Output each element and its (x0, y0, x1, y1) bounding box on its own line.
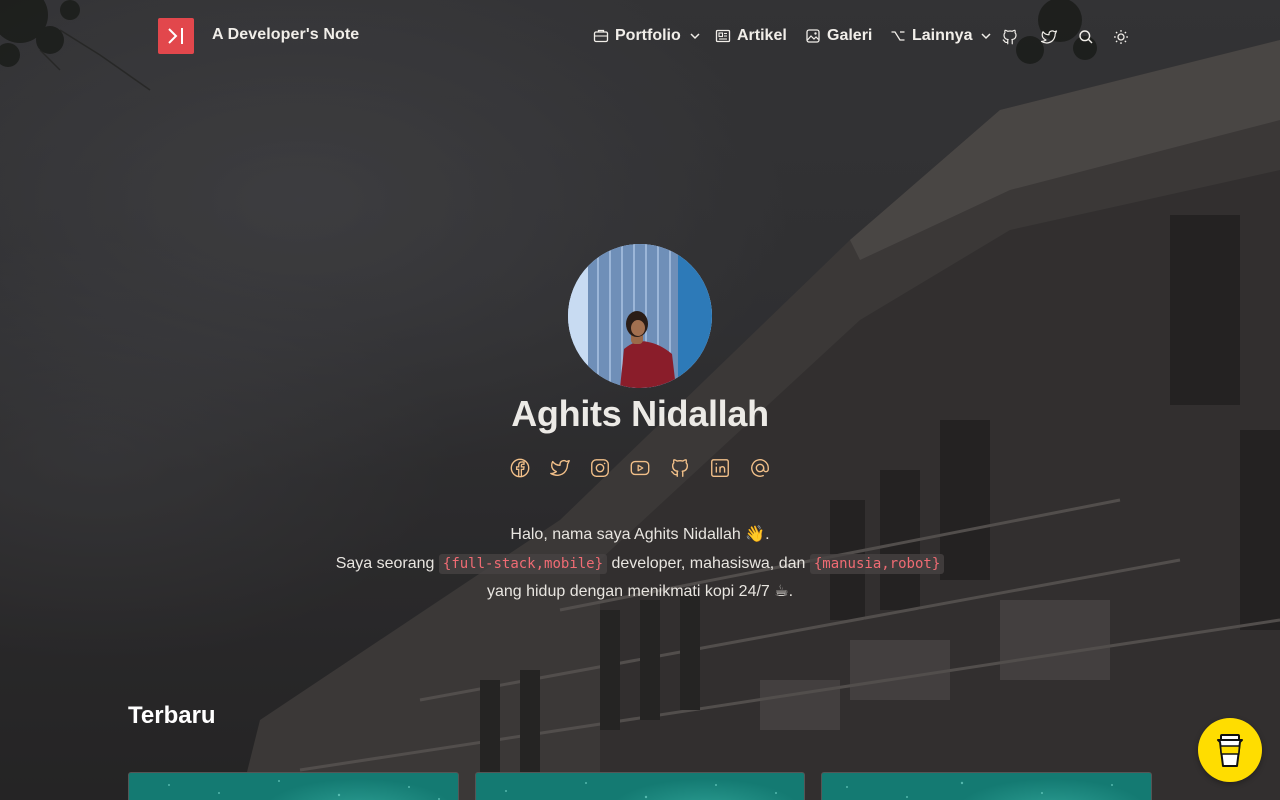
nav-label-lainnya: Lainnya (912, 27, 973, 44)
email-link[interactable] (748, 456, 772, 480)
at-sign-icon (751, 459, 769, 477)
briefcase-icon (592, 27, 610, 45)
instagram-link[interactable] (588, 456, 612, 480)
coffee-cup-icon (1217, 734, 1243, 767)
github-social-link[interactable] (668, 456, 692, 480)
site-header: A Developer's Note Portfolio Artikel Gal… (0, 0, 1280, 72)
youtube-icon (630, 460, 650, 476)
post-card[interactable] (475, 772, 805, 800)
option-key-icon (889, 27, 907, 45)
nav-item-artikel[interactable]: Artikel (714, 24, 787, 48)
youtube-link[interactable] (628, 456, 652, 480)
twitter-link-button[interactable] (1039, 27, 1059, 47)
newspaper-icon (714, 27, 732, 45)
avatar (568, 244, 712, 388)
bio-line-2-start: Saya seorang (335, 554, 439, 572)
twitter-icon (1040, 30, 1058, 44)
skip-forward-icon (168, 28, 183, 44)
nav-item-lainnya[interactable]: Lainnya (889, 24, 995, 48)
nav-item-galeri[interactable]: Galeri (804, 24, 872, 48)
bio-line-3: yang hidup dengan menikmati kopi 24/7 ☕. (486, 583, 794, 600)
bio-text: Halo, nama saya Aghits Nidallah 👋. Saya … (0, 521, 1280, 607)
nav-label-artikel: Artikel (737, 27, 787, 44)
inline-code-roles: {full-stack,mobile} (438, 553, 608, 574)
post-card[interactable] (821, 772, 1152, 800)
twitter-icon (550, 459, 570, 476)
search-button[interactable] (1076, 27, 1096, 47)
nav-label-portfolio: Portfolio (615, 27, 681, 44)
theme-toggle-button[interactable] (1111, 27, 1131, 47)
facebook-link[interactable] (508, 456, 532, 480)
social-links (0, 456, 1280, 480)
facebook-icon (510, 458, 530, 478)
site-title[interactable]: A Developer's Note (212, 26, 359, 44)
github-icon (1002, 29, 1017, 45)
sun-icon (1114, 30, 1128, 44)
chevron-down-icon (686, 27, 704, 45)
photo-icon (804, 27, 822, 45)
post-card[interactable] (128, 772, 459, 800)
github-icon (671, 459, 689, 477)
nav-item-portfolio[interactable]: Portfolio (592, 24, 704, 48)
bio-line-1: Halo, nama saya Aghits Nidallah 👋. (510, 526, 770, 543)
buy-me-a-coffee-button[interactable] (1198, 718, 1262, 782)
linkedin-icon (711, 459, 729, 477)
bio-line-2-middle: developer, mahasiswa, dan (607, 554, 810, 572)
linkedin-link[interactable] (708, 456, 732, 480)
instagram-icon (591, 459, 609, 477)
chevron-down-icon (977, 27, 995, 45)
site-logo[interactable] (158, 18, 194, 54)
twitter-social-link[interactable] (548, 456, 572, 480)
github-link-button[interactable] (1000, 27, 1020, 47)
profile-name: Aghits Nidallah (511, 393, 769, 434)
inline-code-species: {manusia,robot} (809, 553, 945, 574)
nav-label-galeri: Galeri (827, 27, 873, 44)
bio-line-2: Saya seorang {full-stack,mobile} develop… (0, 550, 1280, 579)
search-icon (1079, 30, 1093, 44)
latest-section-title: Terbaru (128, 702, 216, 729)
